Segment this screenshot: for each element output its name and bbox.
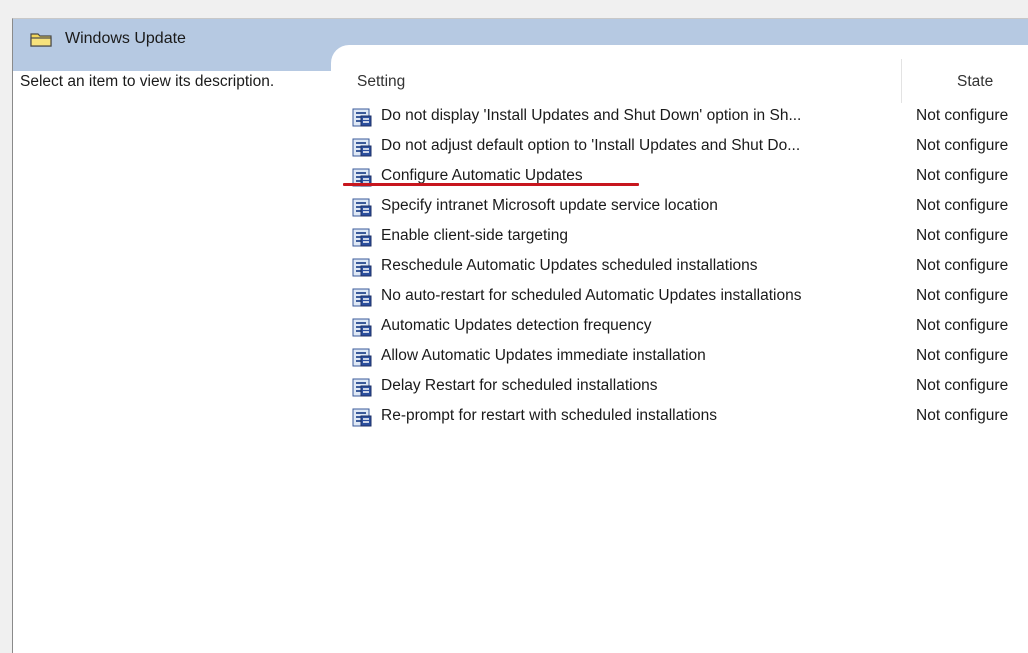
policy-state: Not configure <box>916 257 1009 274</box>
policy-row[interactable]: Configure Automatic Updates Not configure <box>351 162 1028 192</box>
red-underline-annotation <box>343 183 639 186</box>
policy-state: Not configure <box>916 347 1009 364</box>
policy-setting-icon <box>351 256 373 278</box>
column-header-state[interactable]: State <box>957 73 993 91</box>
policy-setting-icon <box>351 346 373 368</box>
policy-state: Not configure <box>916 287 1009 304</box>
policy-state: Not configure <box>916 167 1009 184</box>
policy-state: Not configure <box>916 197 1009 214</box>
policy-row[interactable]: No auto-restart for scheduled Automatic … <box>351 282 1028 312</box>
policy-setting-icon <box>351 106 373 128</box>
policy-row[interactable]: Automatic Updates detection frequency Not… <box>351 312 1028 342</box>
policy-state: Not configure <box>916 107 1009 124</box>
policy-setting-icon <box>351 196 373 218</box>
column-header-setting[interactable]: Setting <box>357 73 405 91</box>
policy-setting-name: Do not display 'Install Updates and Shut… <box>381 107 802 124</box>
policy-row[interactable]: Reschedule Automatic Updates scheduled i… <box>351 252 1028 282</box>
gpedit-window: Windows Update Select an item to view it… <box>12 18 1028 653</box>
policy-setting-name: Do not adjust default option to 'Install… <box>381 137 801 154</box>
policy-row[interactable]: Specify intranet Microsoft update servic… <box>351 192 1028 222</box>
policy-state: Not configure <box>916 137 1009 154</box>
policy-setting-name: Specify intranet Microsoft update servic… <box>381 197 718 214</box>
policy-row[interactable]: Do not adjust default option to 'Install… <box>351 132 1028 162</box>
policy-setting-name: Delay Restart for scheduled installation… <box>381 377 658 394</box>
policy-setting-icon <box>351 286 373 308</box>
policy-setting-name: No auto-restart for scheduled Automatic … <box>381 287 802 304</box>
policy-setting-name: Automatic Updates detection frequency <box>381 317 652 334</box>
header-curve <box>331 45 1028 75</box>
policy-setting-icon <box>351 376 373 398</box>
policy-setting-name: Re-prompt for restart with scheduled ins… <box>381 407 717 424</box>
folder-icon <box>30 31 52 47</box>
policy-setting-icon <box>351 316 373 338</box>
policy-setting-name: Enable client-side targeting <box>381 227 568 244</box>
description-text: Select an item to view its description. <box>20 73 275 90</box>
policy-setting-icon <box>351 406 373 428</box>
settings-list: Do not display 'Install Updates and Shut… <box>351 102 1028 432</box>
policy-row[interactable]: Allow Automatic Updates immediate instal… <box>351 342 1028 372</box>
policy-row[interactable]: Do not display 'Install Updates and Shut… <box>351 102 1028 132</box>
policy-row[interactable]: Delay Restart for scheduled installation… <box>351 372 1028 402</box>
policy-row[interactable]: Enable client-side targeting Not configur… <box>351 222 1028 252</box>
policy-row[interactable]: Re-prompt for restart with scheduled ins… <box>351 402 1028 432</box>
policy-setting-icon <box>351 136 373 158</box>
policy-state: Not configure <box>916 377 1009 394</box>
folder-title: Windows Update <box>65 30 186 47</box>
policy-state: Not configure <box>916 407 1009 424</box>
policy-setting-name: Allow Automatic Updates immediate instal… <box>381 347 706 364</box>
policy-setting-name: Reschedule Automatic Updates scheduled i… <box>381 257 758 274</box>
policy-setting-icon <box>351 226 373 248</box>
policy-state: Not configure <box>916 317 1009 334</box>
policy-state: Not configure <box>916 227 1009 244</box>
column-divider[interactable] <box>901 59 902 103</box>
